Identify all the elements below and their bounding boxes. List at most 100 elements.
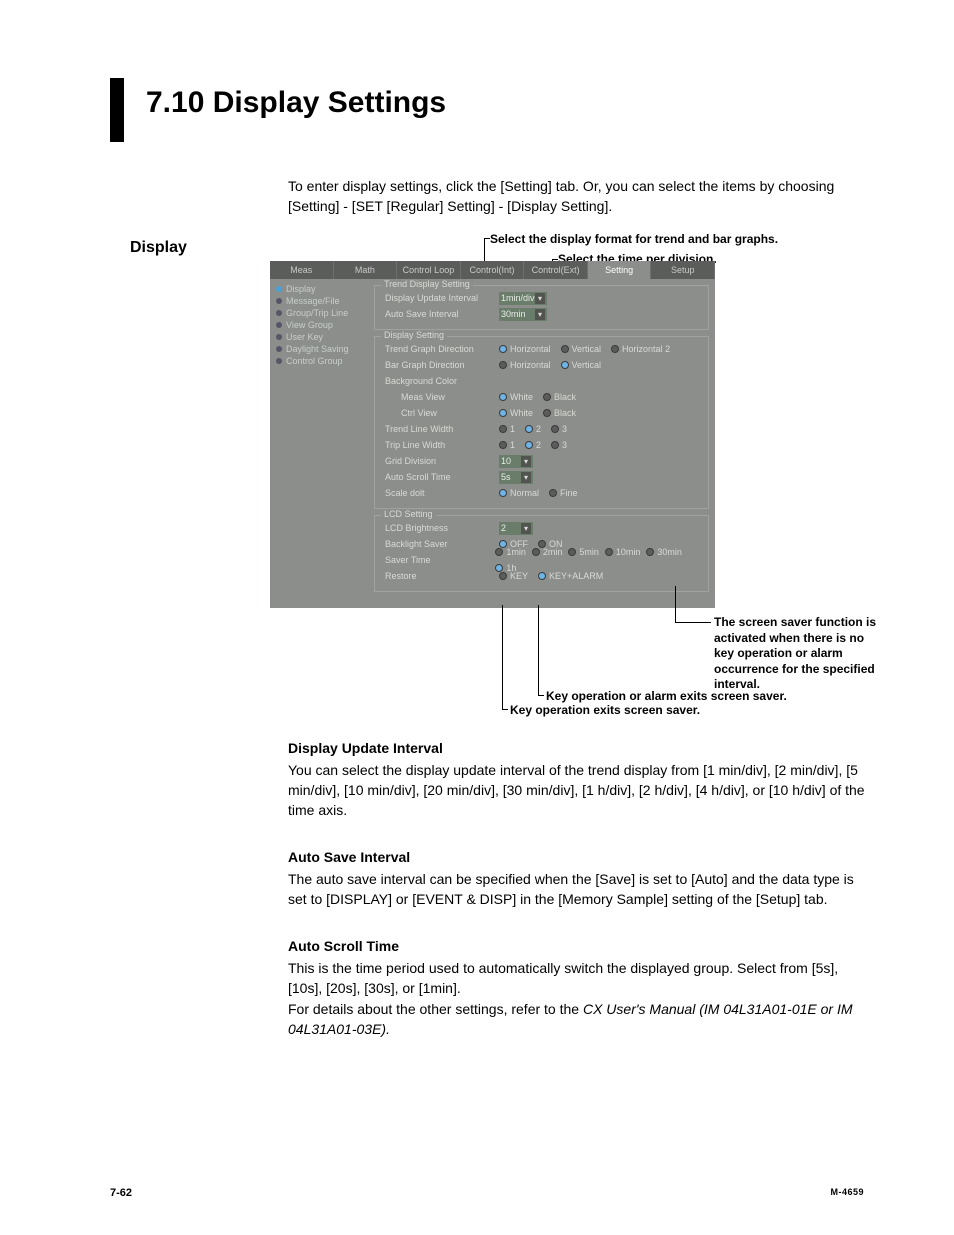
- radio-bar-horizontal[interactable]: Horizontal: [499, 360, 551, 370]
- radio-icon: [568, 548, 576, 556]
- radio-bar-vertical[interactable]: Vertical: [561, 360, 602, 370]
- doc-code: M-4659: [830, 1187, 864, 1199]
- radio-horizontal[interactable]: Horizontal: [499, 344, 551, 354]
- sidebar-label: Message/File: [286, 296, 340, 306]
- radio-ctrl-black[interactable]: Black: [543, 408, 576, 418]
- radio-icon: [543, 393, 551, 401]
- label-display-update-interval: Display Update Interval: [381, 293, 499, 303]
- radio-saver-5min[interactable]: 5min: [568, 547, 599, 557]
- radio-icon: [532, 548, 540, 556]
- group-title: Trend Display Setting: [381, 279, 473, 289]
- group-display-setting: Display Setting Trend Graph Direction Ho…: [374, 336, 709, 509]
- radio-icon: [549, 489, 557, 497]
- combo-value: 5s: [501, 472, 511, 482]
- tab-setup[interactable]: Setup: [651, 261, 715, 279]
- page-footer: 7-62 M-4659: [110, 1187, 864, 1199]
- combo-auto-save-interval[interactable]: 30min ▾: [499, 308, 547, 321]
- radio-trip-2[interactable]: 2: [525, 440, 541, 450]
- label-backlight-saver: Backlight Saver: [381, 539, 499, 549]
- radio-icon: [611, 345, 619, 353]
- radio-saver-1min[interactable]: 1min: [495, 547, 526, 557]
- bullet-icon: [276, 298, 282, 304]
- combo-lcd-brightness[interactable]: 2▾: [499, 522, 533, 535]
- sidebar-item-display[interactable]: Display: [276, 283, 362, 295]
- sidebar-item-view-group[interactable]: View Group: [276, 319, 362, 331]
- radio-trend-1[interactable]: 1: [499, 424, 515, 434]
- bullet-icon: [276, 346, 282, 352]
- radio-scale-normal[interactable]: Normal: [499, 488, 539, 498]
- sidebar-item-message-file[interactable]: Message/File: [276, 295, 362, 307]
- label-trend-line-width: Trend Line Width: [381, 424, 499, 434]
- group-lcd-setting: LCD Setting LCD Brightness 2▾ Backlight …: [374, 515, 709, 592]
- sidebar-label: Display: [286, 284, 316, 294]
- callout-saver-function: The screen saver function is activated w…: [714, 615, 878, 693]
- label-meas-view: Meas View: [381, 392, 499, 402]
- label-auto-scroll-time: Auto Scroll Time: [381, 472, 499, 482]
- bullet-icon: [276, 334, 282, 340]
- radio-saver-2min[interactable]: 2min: [532, 547, 563, 557]
- radio-icon: [499, 393, 507, 401]
- section-auto-scroll-time: Auto Scroll Time This is the time period…: [288, 936, 868, 1039]
- label-scale-dolt: Scale dolt: [381, 488, 499, 498]
- chevron-down-icon: ▾: [521, 472, 531, 483]
- section-heading: Auto Save Interval: [288, 847, 868, 867]
- label-restore: Restore: [381, 571, 499, 581]
- combo-value: 2: [501, 523, 506, 533]
- page-title: 7.10 Display Settings: [146, 78, 446, 142]
- combo-grid-division[interactable]: 10▾: [499, 455, 533, 468]
- sidebar-item-group-trip-line[interactable]: Group/Trip Line: [276, 307, 362, 319]
- sidebar-label: Daylight Saving: [286, 344, 349, 354]
- radio-restore-key-alarm[interactable]: KEY+ALARM: [538, 571, 603, 581]
- label-background-color: Background Color: [381, 376, 499, 386]
- tab-math[interactable]: Math: [334, 261, 398, 279]
- radio-scale-fine[interactable]: Fine: [549, 488, 578, 498]
- radio-saver-10min[interactable]: 10min: [605, 547, 641, 557]
- section-heading: Display Update Interval: [288, 738, 868, 758]
- label-saver-time: Saver Time: [381, 555, 495, 565]
- bullet-icon: [276, 286, 282, 292]
- radio-ctrl-white[interactable]: White: [499, 408, 533, 418]
- label-trip-line-width: Trip Line Width: [381, 440, 499, 450]
- radio-horizontal-2[interactable]: Horizontal 2: [611, 344, 670, 354]
- radio-meas-black[interactable]: Black: [543, 392, 576, 402]
- radio-saver-30min[interactable]: 30min: [646, 547, 682, 557]
- sidebar-item-user-key[interactable]: User Key: [276, 331, 362, 343]
- settings-window: Meas Math Control Loop Control(Int) Cont…: [270, 261, 715, 608]
- radio-meas-white[interactable]: White: [499, 392, 533, 402]
- radio-icon: [499, 345, 507, 353]
- radio-icon: [525, 441, 533, 449]
- combo-auto-scroll-time[interactable]: 5s ▾: [499, 471, 533, 484]
- tab-meas[interactable]: Meas: [270, 261, 334, 279]
- tab-bar: Meas Math Control Loop Control(Int) Cont…: [270, 261, 715, 279]
- combo-value: 30min: [501, 309, 526, 319]
- radio-icon: [646, 548, 654, 556]
- label-auto-save-interval: Auto Save Interval: [381, 309, 499, 319]
- intro-paragraph: To enter display settings, click the [Se…: [288, 176, 864, 217]
- combo-value: 1min/div: [501, 293, 535, 303]
- tab-control-loop[interactable]: Control Loop: [397, 261, 461, 279]
- radio-icon: [499, 361, 507, 369]
- radio-restore-key[interactable]: KEY: [499, 571, 528, 581]
- settings-panel: Trend Display Setting Display Update Int…: [368, 279, 715, 608]
- chevron-down-icon: ▾: [535, 309, 545, 320]
- sidebar-item-daylight-saving[interactable]: Daylight Saving: [276, 343, 362, 355]
- radio-icon: [605, 548, 613, 556]
- callout-key-exits: Key operation exits screen saver.: [510, 703, 700, 719]
- tab-control-int[interactable]: Control(Int): [461, 261, 525, 279]
- radio-icon: [499, 409, 507, 417]
- radio-trend-3[interactable]: 3: [551, 424, 567, 434]
- combo-display-update-interval[interactable]: 1min/div▾: [499, 292, 547, 305]
- radio-trip-3[interactable]: 3: [551, 440, 567, 450]
- tab-control-ext[interactable]: Control(Ext): [524, 261, 588, 279]
- radio-trip-1[interactable]: 1: [499, 440, 515, 450]
- chevron-down-icon: ▾: [521, 523, 531, 534]
- sidebar-item-control-group[interactable]: Control Group: [276, 355, 362, 367]
- label-trend-graph-direction: Trend Graph Direction: [381, 344, 499, 354]
- radio-trend-2[interactable]: 2: [525, 424, 541, 434]
- radio-icon: [495, 548, 503, 556]
- tab-setting[interactable]: Setting: [588, 261, 652, 279]
- section-para: For details about the other settings, re…: [288, 999, 868, 1040]
- radio-icon: [499, 441, 507, 449]
- radio-vertical[interactable]: Vertical: [561, 344, 602, 354]
- section-heading: Auto Scroll Time: [288, 936, 868, 956]
